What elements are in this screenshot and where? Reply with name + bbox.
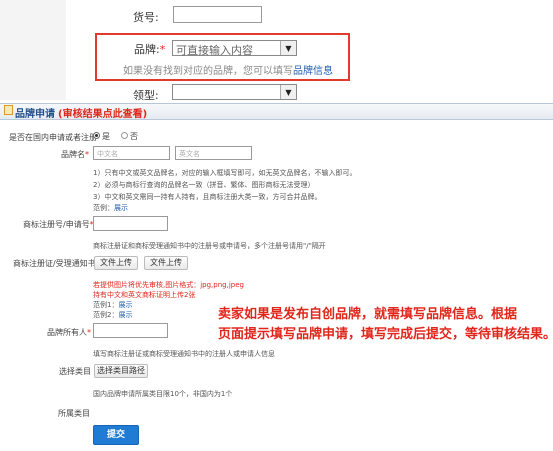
domestic-yes-label: 是 — [102, 132, 110, 141]
domestic-no-label: 否 — [130, 132, 138, 141]
certificate-label: 商标注册证/受理通知书 — [13, 259, 96, 268]
section-title: 品牌申请 — [15, 109, 55, 120]
upload-button-1[interactable]: 文件上传 — [94, 256, 138, 270]
brand-name-en-input[interactable]: 英文名 — [175, 146, 252, 160]
brand-select[interactable]: 可直接输入内容 ▼ — [172, 40, 297, 57]
cert-example-2-link[interactable]: 展示 — [118, 311, 132, 319]
brand-required-mark: * — [159, 43, 166, 56]
collar-label: 领型: — [133, 89, 159, 102]
domestic-yes-radio[interactable] — [93, 132, 100, 139]
brand-name-cn-input[interactable]: 中文名 — [93, 146, 170, 160]
brand-info-link[interactable]: 品牌信息 — [293, 66, 333, 77]
review-result-link[interactable]: (审核结果点此查看) — [58, 105, 147, 120]
brand-name-label: 品牌名* — [61, 150, 89, 159]
brand-example: 范例：展示 — [93, 203, 128, 213]
brand-note-2: 2）必须与商标行查询的品牌名一致（拼音、繁体、图形商标无法受理） — [93, 181, 315, 189]
domestic-no-radio[interactable] — [121, 132, 128, 139]
brand-example-label: 范例： — [93, 204, 114, 212]
owner-label-text: 品牌所有人 — [47, 328, 87, 337]
brand-note-3: 3）中文和英文需同一持有人持有，且商标注册大类一致，方可合并品牌。 — [93, 193, 322, 201]
upload-note-2: 持有中文和英文商标证明上传2张 — [93, 291, 196, 299]
domestic-label: 是否在国内申请或者注册 — [9, 133, 97, 142]
category-hint: 国内品牌申请所属类目限10个，非国内为1个 — [93, 390, 233, 398]
cert-example-1: 范例1：展示 — [93, 300, 132, 310]
brand-hint: 如果没有找到对应的品牌，您可以填写品牌信息 — [123, 62, 333, 77]
sku-input[interactable] — [173, 6, 262, 23]
upload-note-1: 若提供图片将优先审核,图片格式：jpg,png,jpeg — [93, 281, 244, 289]
owner-input[interactable] — [93, 323, 168, 338]
brand-label-text: 品牌: — [134, 43, 160, 56]
category-path-button[interactable]: 选择类目路径 — [94, 364, 148, 378]
left-gutter — [0, 0, 66, 100]
brand-example-link[interactable]: 展示 — [114, 204, 128, 212]
upload-button-2[interactable]: 文件上传 — [144, 256, 188, 270]
annotation-line-1: 卖家如果是发布自创品牌，就需填写品牌信息。根据 — [218, 307, 518, 322]
submit-button[interactable]: 提交 — [93, 425, 139, 445]
brand-label: 品牌:* — [134, 41, 165, 57]
brand-select-placeholder: 可直接输入内容 — [176, 44, 253, 57]
trademark-no-label: 商标注册号/申请号* — [23, 220, 94, 229]
cert-example-1-link[interactable]: 展示 — [118, 301, 132, 309]
brand-note-1: 1）只有中文或英文品牌名，对应的输入框填写即可，如无英文品牌名，不输入即可。 — [93, 169, 357, 177]
owner-hint: 填写商标注册证或商标受理通知书中的注册人或申请人信息 — [93, 350, 275, 358]
cert-example-2: 范例2：展示 — [93, 310, 132, 320]
brand-name-label-text: 品牌名 — [61, 150, 85, 159]
trademark-no-hint: 商标注册证和商标受理通知书中的注册号或申请号，多个注册号请用"/"隔开 — [93, 242, 326, 250]
collar-select[interactable]: ▼ — [172, 84, 297, 100]
owner-label: 品牌所有人* — [47, 328, 91, 337]
annotation-line-2: 页面提示填写品牌申请，填写完成后提交，等待审核结果。 — [218, 327, 553, 342]
cert-example-2-label: 范例2： — [93, 311, 119, 319]
brand-hint-text: 如果没有找到对应的品牌，您可以填写 — [123, 66, 293, 77]
cert-example-1-label: 范例1： — [93, 301, 119, 309]
trademark-no-label-text: 商标注册号/申请号 — [23, 220, 90, 229]
chevron-down-icon[interactable]: ▼ — [280, 41, 296, 55]
sku-label: 货号: — [133, 11, 159, 24]
edit-note-icon — [4, 105, 13, 115]
chevron-down-icon[interactable]: ▼ — [280, 85, 296, 99]
category-label: 选择类目 — [59, 367, 91, 376]
trademark-no-input[interactable] — [93, 216, 168, 231]
belong-category-label: 所属类目 — [58, 409, 90, 418]
